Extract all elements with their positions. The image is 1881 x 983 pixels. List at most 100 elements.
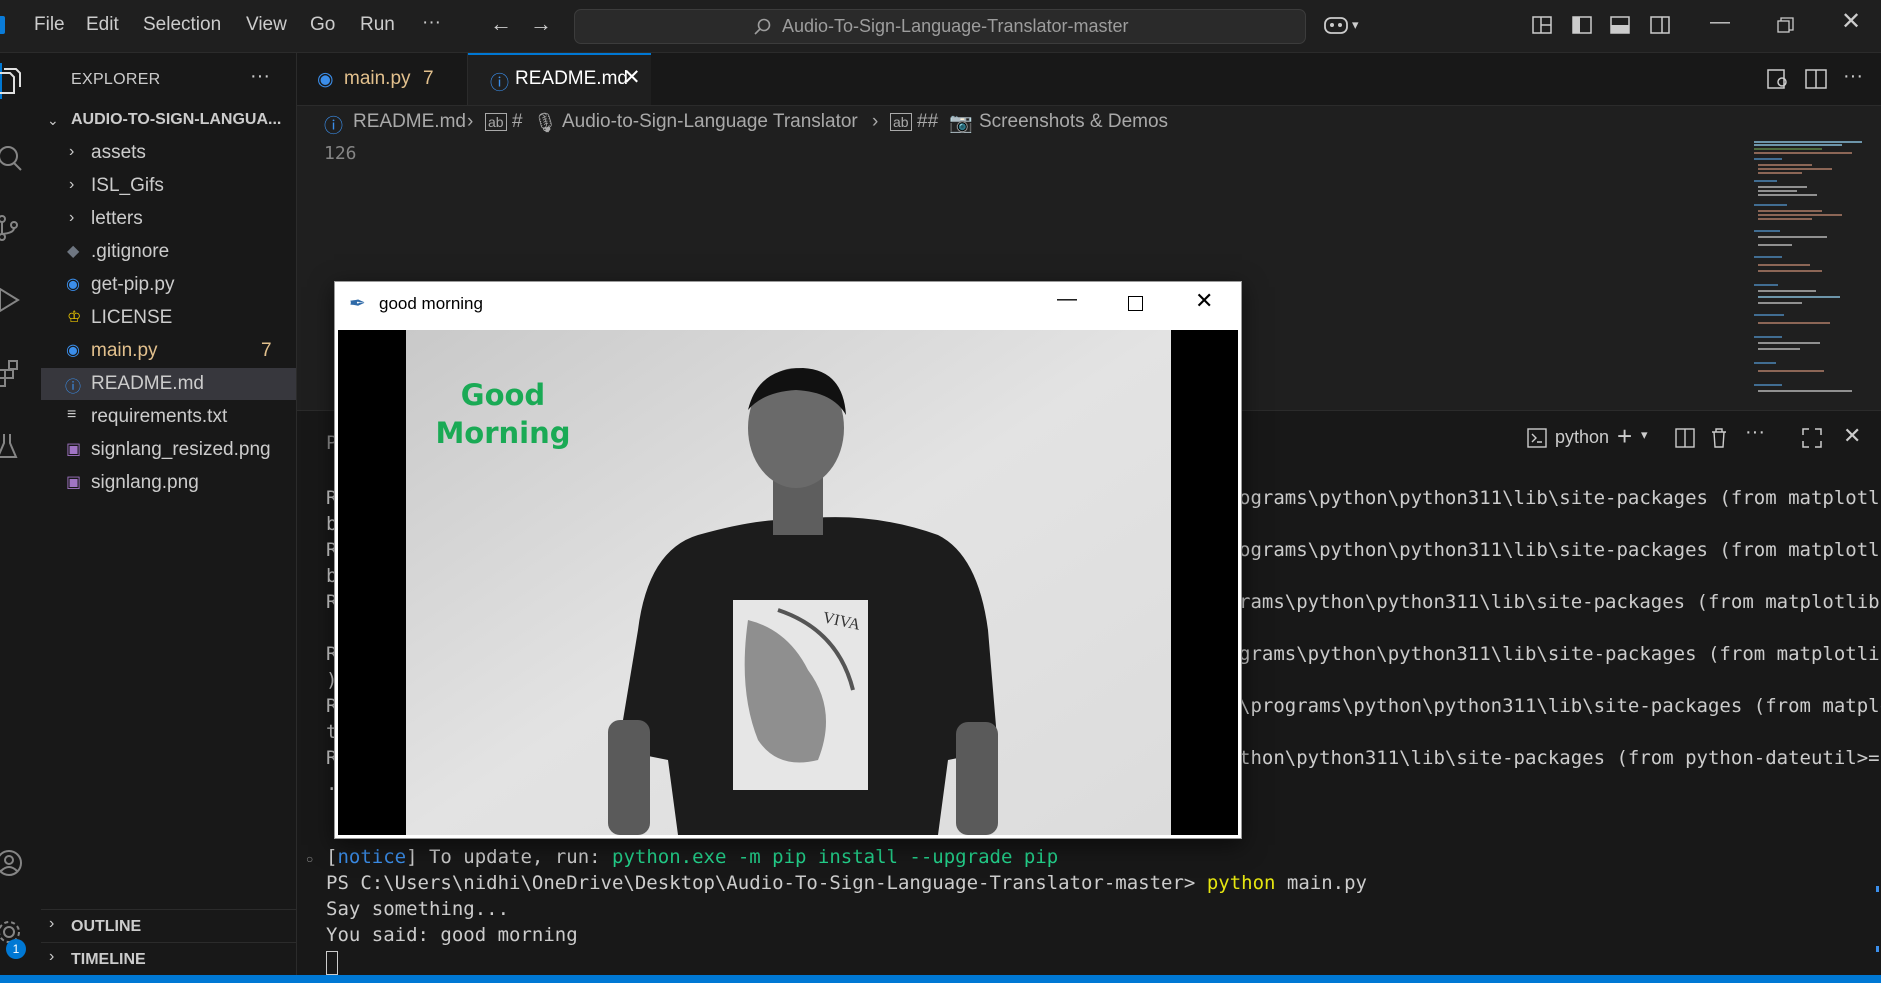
tree-item-signlang[interactable]: ▣ signlang.png [41,467,296,499]
minimap[interactable] [1752,139,1870,409]
menu-run[interactable]: Run [360,14,395,36]
search-icon [754,18,771,35]
chevron-down-icon[interactable]: ▾ [1352,15,1359,35]
breadcrumb-h1[interactable]: Audio-to-Sign-Language Translator [562,111,858,133]
outline-section[interactable]: › OUTLINE [41,909,296,942]
terminal-cursor [326,951,338,975]
tree-item-letters[interactable]: › letters [41,203,296,235]
notice-tag: notice [337,846,407,868]
close-icon[interactable]: ✕ [1195,288,1213,314]
terminal-output-say: Say something... [326,898,510,920]
terminal-more-actions[interactable]: ··· [1745,421,1765,444]
terminal-scrollbar[interactable] [1872,411,1880,976]
customize-layout-icon[interactable] [1532,16,1552,34]
info-icon: ⓘ [324,116,344,137]
tree-item-get-pip[interactable]: ◉ get-pip.py [41,269,296,301]
minimize-icon[interactable]: — [1057,288,1077,311]
menu-go[interactable]: Go [310,14,335,36]
breadcrumb-file[interactable]: README.md [353,111,466,133]
menu-more[interactable]: ··· [422,12,441,34]
new-terminal-icon[interactable]: + [1617,421,1632,452]
prompt-command-args: main.py [1275,872,1367,894]
tree-item-isl-gifs[interactable]: › ISL_Gifs [41,170,296,202]
copilot-icon[interactable] [1323,14,1349,36]
manage-badge: 1 [6,939,26,959]
chevron-down-icon[interactable]: ▾ [1641,427,1648,443]
tab-problems-badge: 7 [423,68,434,89]
tab-readme[interactable]: ⓘ README.md ✕ [468,53,651,105]
video-window-titlebar[interactable]: ✒ good morning — ✕ [335,282,1241,327]
chevron-down-icon: ⌄ [47,112,59,128]
line-number: 126 [324,143,357,164]
tree-item-gitignore[interactable]: ◆ .gitignore [41,236,296,268]
timeline-section[interactable]: › TIMELINE [41,942,296,975]
breadcrumb-h2[interactable]: Screenshots & Demos [979,111,1168,133]
overlay-line-2: Morning [435,416,571,450]
kill-terminal-trash-icon[interactable] [1710,427,1728,448]
toggle-primary-sidebar-icon[interactable] [1572,16,1592,34]
video-window[interactable]: ✒ good morning — ✕ VIVA Good Morning [334,281,1242,839]
tree-item-license[interactable]: ♔ LICENSE [41,302,296,334]
close-tab-icon[interactable]: ✕ [623,65,641,90]
terminal-output-line: grams\python\python311\lib\site-packages… [1239,643,1881,665]
info-icon: ⓘ [65,379,82,396]
restore-window-icon[interactable] [1777,17,1794,34]
tree-item-label: signlang.png [91,472,199,493]
search-view-icon[interactable] [0,143,24,173]
tree-item-main-py[interactable]: ◉ main.py 7 [41,335,296,367]
extensions-icon[interactable] [0,358,24,388]
chevron-right-icon: › [69,143,75,160]
tree-item-label: main.py [91,340,158,361]
toggle-secondary-sidebar-icon[interactable] [1650,16,1670,34]
menu-selection[interactable]: Selection [143,14,221,36]
open-preview-icon[interactable] [1767,69,1789,89]
forward-arrow-icon[interactable]: → [530,13,552,35]
source-control-icon[interactable] [0,213,24,243]
tree-item-readme[interactable]: ⓘ README.md [41,368,296,400]
tab-main-py[interactable]: ◉ main.py 7 [297,53,468,105]
terminal-icon [1527,428,1547,448]
chevron-right-icon: › [49,915,55,932]
testing-icon[interactable] [0,431,24,461]
maximize-icon[interactable] [1128,296,1143,311]
tree-item-signlang-resized[interactable]: ▣ signlang_resized.png [41,434,296,466]
tree-item-label: LICENSE [91,307,173,328]
terminal-name[interactable]: python [1555,427,1609,448]
menu-file[interactable]: File [34,14,65,36]
python-file-icon: ◉ [66,276,80,293]
title-bar: File Edit Selection View Go Run ··· ← → … [0,0,1881,53]
tree-item-requirements[interactable]: ≡ requirements.txt [41,401,296,433]
run-debug-icon[interactable] [0,285,24,315]
back-arrow-icon[interactable]: ← [490,13,512,35]
video-overlay-text: Good Morning [418,376,588,452]
terminal-notice-line: [notice] To update, run: python.exe -m p… [326,846,1059,868]
split-terminal-icon[interactable] [1675,428,1695,448]
toggle-panel-icon[interactable] [1610,16,1630,34]
terminal-output-line: ograms\python\python311\lib\site-package… [1239,539,1881,561]
breadcrumb-separator: › [467,111,474,132]
explorer-title: EXPLORER [71,71,161,88]
explorer-icon[interactable] [0,67,24,97]
chevron-right-icon: › [69,176,75,193]
split-editor-icon[interactable] [1805,69,1827,89]
terminal-output-line: ograms\python\python311\lib\site-package… [1239,487,1881,509]
license-icon: ♔ [67,309,82,326]
editor-more-actions[interactable]: ··· [1843,65,1863,88]
camera-icon: 📷 [949,113,973,134]
close-window-icon[interactable]: ✕ [1841,10,1861,34]
tree-item-assets[interactable]: › assets [41,137,296,169]
close-panel-icon[interactable]: ✕ [1843,423,1861,449]
explorer-more-actions[interactable]: ··· [250,65,270,88]
minimize-window-icon[interactable]: — [1710,12,1730,32]
terminal-output-line: rams\python\python311\lib\site-packages … [1239,591,1881,613]
terminal-output-said: You said: good morning [326,924,578,946]
maximize-panel-icon[interactable] [1802,428,1822,448]
menu-view[interactable]: View [246,14,287,36]
command-center-search[interactable]: Audio-To-Sign-Language-Translator-master [574,9,1306,44]
menu-edit[interactable]: Edit [86,14,119,36]
tree-item-label: ISL_Gifs [91,175,164,196]
explorer-root-folder[interactable]: ⌄ AUDIO-TO-SIGN-LANGUA... [41,104,296,136]
command-center-text: Audio-To-Sign-Language-Translator-master [782,16,1129,36]
sign-language-video: VIVA Good Morning [338,330,1238,835]
accounts-icon[interactable] [0,848,24,878]
